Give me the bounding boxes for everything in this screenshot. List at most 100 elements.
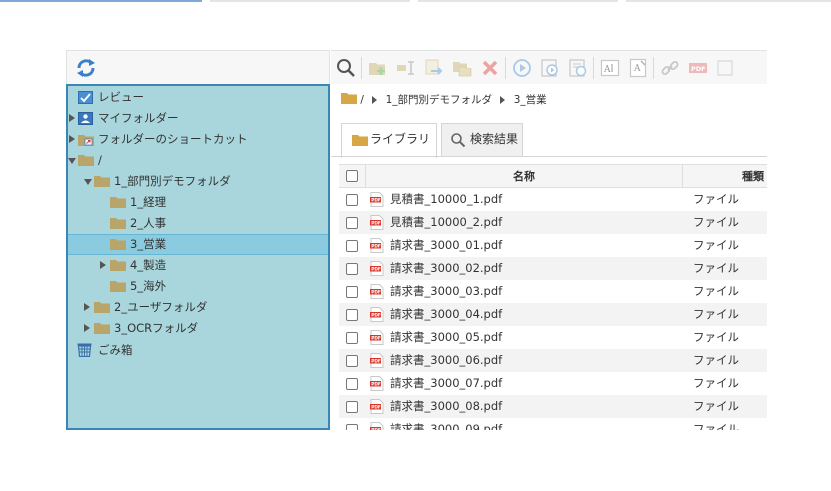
row-checkbox[interactable] [346,401,358,413]
row-checkbox[interactable] [346,355,358,367]
tab-search-results[interactable]: 検索結果 [441,123,523,157]
file-list-panel: A A PDF / 1_部門別デモフォルダ 3_営業 ライブラリ 検索結果 名称… [331,50,767,430]
tree-item-dept-demo-folder[interactable]: 1_部門別デモフォルダ [68,171,328,192]
file-name[interactable]: 請求書_3000_07.pdf [390,372,502,395]
collapse-arrow-icon[interactable] [84,179,92,185]
svg-text:PDF: PDF [371,266,381,272]
file-name[interactable]: 請求書_3000_09.pdf [390,418,502,430]
copy-folder-icon[interactable] [451,57,473,79]
top-tab-2[interactable] [210,0,410,2]
file-name[interactable]: 見積書_10000_1.pdf [390,188,502,211]
table-row[interactable]: PDF 請求書_3000_01.pdf ファイル [339,234,767,257]
refresh-icon[interactable] [75,57,97,79]
tree-item-trash[interactable]: ごみ箱 [68,340,328,361]
tree-item-label: 4_製造 [130,258,167,272]
pdf-convert-icon[interactable]: PDF [687,57,709,79]
expand-arrow-icon[interactable] [84,324,90,332]
play-document-icon[interactable] [539,57,561,79]
tree-item-review[interactable]: レビュー [68,87,328,108]
column-header-type[interactable]: 種類 [683,165,767,188]
table-row[interactable]: PDF 見積書_10000_2.pdf ファイル [339,211,767,234]
file-type: ファイル [693,284,739,298]
breadcrumb-level1[interactable]: 1_部門別デモフォルダ [386,92,492,107]
row-checkbox[interactable] [346,240,358,252]
top-tab-4[interactable] [626,0,831,2]
table-row[interactable]: PDF 請求書_3000_08.pdf ファイル [339,395,767,418]
play-icon[interactable] [511,57,533,79]
file-name[interactable]: 請求書_3000_03.pdf [390,280,502,303]
expand-arrow-icon[interactable] [84,303,90,311]
expand-arrow-icon[interactable] [69,114,75,122]
folder-open-icon [94,176,110,187]
svg-text:PDF: PDF [371,312,381,318]
table-row[interactable]: PDF 請求書_3000_02.pdf ファイル [339,257,767,280]
pdf-file-icon: PDF [370,261,384,276]
file-name[interactable]: 見積書_10000_2.pdf [390,211,502,234]
workflow-list-icon[interactable] [567,57,589,79]
tree-item-hr[interactable]: 2_人事 [68,213,328,234]
tree-item-root[interactable]: / [68,150,328,171]
tree-item-overseas[interactable]: 5_海外 [68,276,328,297]
folder-icon [110,239,126,250]
column-header-name[interactable]: 名称 [366,165,682,188]
table-row[interactable]: PDF 請求書_3000_07.pdf ファイル [339,372,767,395]
top-tab-1[interactable] [0,0,202,2]
expand-arrow-icon[interactable] [100,261,106,269]
link-icon[interactable] [659,57,681,79]
file-type: ファイル [693,215,739,229]
search-icon[interactable] [335,57,357,79]
table-row[interactable]: PDF 見積書_10000_1.pdf ファイル [339,188,767,211]
rename-icon[interactable] [395,57,417,79]
tree-item-label: フォルダーのショートカット [98,132,248,146]
tab-divider [331,156,767,157]
top-tab-3[interactable] [418,0,618,2]
tree-item-ocr-folder[interactable]: 3_OCRフォルダ [68,318,328,339]
table-row[interactable]: PDF 請求書_3000_03.pdf ファイル [339,280,767,303]
file-name[interactable]: 請求書_3000_06.pdf [390,349,502,372]
row-checkbox[interactable] [346,309,358,321]
tree-item-accounting[interactable]: 1_経理 [68,192,328,213]
breadcrumb-separator-icon [500,95,506,104]
toolbar-separator [505,57,506,79]
table-row[interactable]: PDF 請求書_3000_05.pdf ファイル [339,326,767,349]
more-tools-icon[interactable] [715,57,737,79]
svg-text:PDF: PDF [371,404,381,410]
tree-item-sales[interactable]: 3_営業 [68,234,328,255]
breadcrumb-level2[interactable]: 3_営業 [514,92,547,107]
new-folder-icon[interactable] [367,57,389,79]
grid-header: 名称 種類 [339,164,767,188]
breadcrumb-root[interactable]: / [360,94,364,106]
delete-icon[interactable] [479,57,501,79]
move-icon[interactable] [423,57,445,79]
row-checkbox[interactable] [346,217,358,229]
breadcrumb-separator-icon [372,95,378,104]
file-name[interactable]: 請求書_3000_02.pdf [390,257,502,280]
table-row[interactable]: PDF 請求書_3000_09.pdf ファイル [339,418,767,430]
tree-item-my-folder[interactable]: マイフォルダー [68,108,328,129]
file-name[interactable]: 請求書_3000_05.pdf [390,326,502,349]
file-name[interactable]: 請求書_3000_01.pdf [390,234,502,257]
tree-item-manufacturing[interactable]: 4_製造 [68,255,328,276]
row-checkbox[interactable] [346,332,358,344]
tree-item-user-folder[interactable]: 2_ユーザフォルダ [68,297,328,318]
tab-library[interactable]: ライブラリ [341,123,437,158]
expand-arrow-icon[interactable] [69,135,75,143]
row-checkbox[interactable] [346,263,358,275]
row-checkbox[interactable] [346,286,358,298]
pdf-file-icon: PDF [370,238,384,253]
tree-item-label: 3_営業 [130,237,167,251]
select-all-checkbox[interactable] [346,170,358,182]
tree-item-folder-shortcut[interactable]: フォルダーのショートカット [68,129,328,150]
table-row[interactable]: PDF 請求書_3000_06.pdf ファイル [339,349,767,372]
row-checkbox[interactable] [346,424,358,430]
file-name[interactable]: 請求書_3000_08.pdf [390,395,502,418]
table-row[interactable]: PDF 請求書_3000_04.pdf ファイル [339,303,767,326]
collapse-arrow-icon[interactable] [68,158,76,164]
file-name[interactable]: 請求書_3000_04.pdf [390,303,502,326]
row-checkbox[interactable] [346,194,358,206]
row-checkbox[interactable] [346,378,358,390]
annotate-text-icon[interactable]: A [627,57,649,79]
folder-icon [94,302,110,313]
text-edit-icon[interactable]: A [599,57,621,79]
library-folder-icon [352,135,368,146]
